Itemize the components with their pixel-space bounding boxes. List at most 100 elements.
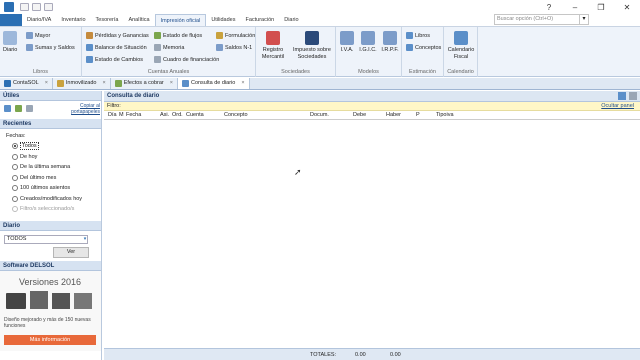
col-asiento[interactable]: Asi. [160,112,169,118]
menu-analitica[interactable]: Analítica [123,14,154,26]
menu-utilidades[interactable]: Utilidades [206,14,240,26]
calendario-fiscal-button[interactable]: Calendario Fiscal [446,31,476,61]
col-dia[interactable]: Día [108,112,117,118]
left-panel: Útiles Copiar al portapapeles Recientes … [0,91,102,360]
radio-ultima-semana[interactable]: De la última semana [0,162,101,173]
copiar-portapapeles-link[interactable]: Copiar al portapapeles [60,103,100,115]
irpf-icon [383,31,397,45]
tab-efectos-cobrar[interactable]: Efectos a cobrar × [110,78,178,89]
utiles-header: Útiles [0,91,101,101]
mayor-button[interactable]: Mayor [26,32,50,39]
col-haber[interactable]: Haber [386,112,401,118]
radio-button[interactable] [12,153,18,160]
totals-bar: TOTALES: 0.00 0.00 [104,348,640,360]
impuesto-sociedades-button[interactable]: Impuesto sobre Sociedades [290,31,334,61]
menu-diario-iva[interactable]: Diario/IVA [22,14,56,26]
contasol-icon [4,80,11,87]
conceptos-button[interactable]: Conceptos [406,44,441,51]
igic-button[interactable]: I.G.I.C. [358,31,378,54]
search-dropdown-icon[interactable]: ▾ [579,14,589,25]
refresh-icon[interactable] [618,92,626,100]
quick-access-button[interactable] [20,3,29,11]
ocultar-panel-link[interactable]: Ocultar panel [601,102,634,111]
fechas-label: Fechas: [6,133,26,139]
ledger-icon [26,32,33,39]
restore-icon[interactable]: ❐ [588,0,614,14]
menu-tesoreria[interactable]: Tesorería [91,14,124,26]
search-input[interactable]: Buscar opción (Ctrl+O) [494,14,580,25]
radio-de-hoy[interactable]: De hoy [0,152,101,163]
radio-todos[interactable]: Todos [0,141,101,152]
radio-button[interactable] [12,174,18,181]
balance-icon [86,44,93,51]
formula-icon [216,32,223,39]
menu-diario[interactable]: Diario [279,14,303,26]
tab-contasol[interactable]: ContaSOL × [0,78,53,89]
memoria-button[interactable]: Memoria [154,44,184,51]
radio-button[interactable] [12,164,18,171]
options-icon[interactable] [629,92,637,100]
help-icon[interactable]: ? [536,0,562,14]
irpf-button[interactable]: I.R.P.F. [380,31,400,54]
close-icon[interactable]: ✕ [614,0,640,14]
pos-image [74,292,92,309]
balance-situacion-button[interactable]: Balance de Situación [86,44,147,51]
file-menu-button[interactable] [0,14,22,26]
col-fecha[interactable]: Fecha [126,112,141,118]
mas-informacion-button[interactable]: Más información [4,334,96,345]
menu-impresion-oficial[interactable]: Impresión oficial [154,14,207,26]
menu-facturacion[interactable]: Facturación [240,14,279,26]
filter-bar: Filtro: Ocultar panel [104,102,640,111]
diario-button[interactable]: Diario [3,31,17,54]
col-p[interactable]: P [416,112,420,118]
radio-100-asientos[interactable]: 100 últimos asientos [0,183,101,194]
tab-consulta-diario[interactable]: Consulta de diario × [177,78,250,89]
radio-button[interactable] [12,185,18,192]
radio-filtro-seleccionado: Filtro/s seleccionado/s [0,204,101,215]
books-icon [406,32,413,39]
main-panel: Consulta de diario Filtro: Ocultar panel… [104,91,640,360]
col-m[interactable]: M [119,112,124,118]
flow-icon [154,32,161,39]
promo-text: Diseño mejorado y más de 150 nuevas func… [4,316,91,329]
col-tipoiva[interactable]: Tipoiva [436,112,454,118]
tab-inmovilizado[interactable]: Inmovilizado × [52,78,111,89]
perdidas-ganancias-button[interactable]: Pérdidas y Ganancias [86,32,149,39]
iva-button[interactable]: I.V.A. [338,31,356,54]
cuadro-financiacion-button[interactable]: Cuadro de financiación [154,56,219,63]
quick-access-button[interactable] [44,3,53,11]
libros-button[interactable]: Libros [406,32,430,39]
estado-cambios-button[interactable]: Estado de Cambios [86,56,143,63]
chevron-down-icon[interactable]: ▾ [82,235,88,244]
col-debe[interactable]: Debe [353,112,366,118]
registro-mercantil-button[interactable]: Registro Mercantil [259,31,287,61]
estado-flujos-button[interactable]: Estado de flujos [154,32,202,39]
diario-select[interactable]: TODOS [4,234,88,244]
radio-ultimo-mes[interactable]: Del último mes [0,173,101,184]
ver-button[interactable]: Ver [53,246,89,258]
close-icon[interactable]: × [170,78,173,89]
sumas-saldos-button[interactable]: Sumas y Saldos [26,44,75,51]
print-icon[interactable] [4,105,11,112]
saldos-n1-button[interactable]: Saldos N-1 [216,44,252,51]
close-icon[interactable]: × [102,78,105,89]
filtro-label: Filtro: [107,103,121,109]
radio-button[interactable] [12,143,18,150]
col-orden[interactable]: Ord. [172,112,183,118]
group-label: Cuentas Anuales [147,69,190,75]
menu-inventario[interactable]: Inventario [56,14,90,26]
export-icon[interactable] [15,105,22,112]
promo-banner[interactable]: Versiones 2016 Diseño mejorado y más de … [0,270,101,351]
radio-creados-hoy[interactable]: Creados/modificados hoy [0,194,101,205]
close-icon[interactable]: × [45,78,48,89]
quick-access-button[interactable] [32,3,41,11]
minimize-icon[interactable]: – [562,0,588,14]
close-icon[interactable]: × [241,78,244,89]
formulacion-button[interactable]: Formulación [216,32,255,39]
radio-button[interactable] [12,195,18,202]
settings-icon[interactable] [26,105,33,112]
col-concepto[interactable]: Concepto [224,112,248,118]
col-cuenta[interactable]: Cuenta [186,112,204,118]
col-documento[interactable]: Docum. [310,112,329,118]
ribbon: Diario Mayor Sumas y Saldos Libros Pérdi… [0,27,640,77]
